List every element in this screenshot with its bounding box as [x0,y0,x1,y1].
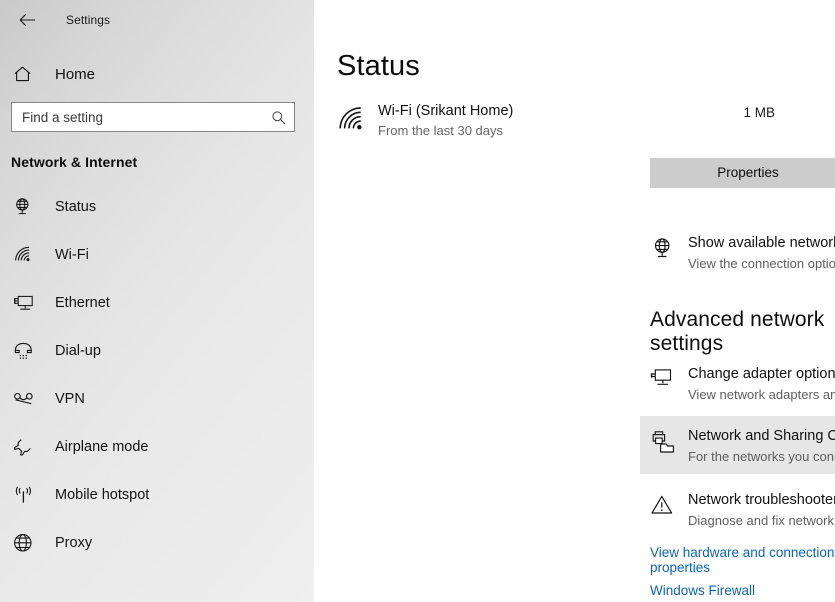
advanced-section-title: Advanced network settings [650,308,825,355]
sidebar-item-wifi[interactable]: Wi-Fi [0,238,314,272]
title-bar: Settings [0,0,314,40]
entry-description: Diagnose and fix network problems. [688,513,835,528]
sidebar-item-label: Status [55,199,97,215]
globe-monitor-icon [650,234,680,261]
home-icon [13,65,37,83]
vpn-icon [13,388,37,410]
data-used-value: 1 MB [743,105,775,120]
entry-description: View the connection options around you. [688,256,835,271]
back-button[interactable] [12,6,42,34]
sidebar-item-status[interactable]: Status [0,190,314,224]
sidebar-item-label: Wi-Fi [55,247,89,263]
sidebar-category-title: Network & Internet [11,154,138,170]
entry-title: Network troubleshooter [688,492,835,508]
entry-description: For the networks you connect to, decide … [688,449,835,464]
settings-window: Settings Home Network & Internet [0,0,835,602]
sidebar-item-airplane-mode[interactable]: Airplane mode [0,430,314,464]
sidebar-item-label: Airplane mode [55,439,149,455]
page-title: Status [337,50,420,82]
network-troubleshooter-entry[interactable]: Network troubleshooter Diagnose and fix … [650,491,835,530]
sidebar-item-dialup[interactable]: Dial-up [0,334,314,368]
sidebar-item-home[interactable]: Home [0,57,314,91]
sidebar-item-proxy[interactable]: Proxy [0,526,314,560]
windows-firewall-link[interactable]: Windows Firewall [650,583,755,598]
globe-icon [13,532,37,554]
sidebar-item-ethernet[interactable]: Ethernet [0,286,314,320]
wifi-icon [13,244,37,266]
network-status-icon [13,196,37,218]
search-box[interactable] [11,102,295,132]
properties-button[interactable]: Properties [650,158,835,188]
entry-title: Network and Sharing Center [688,428,835,444]
dialup-phone-icon [13,340,37,362]
search-input[interactable] [12,103,294,131]
connection-status-block: Wi-Fi (Srikant Home) From the last 30 da… [337,102,775,140]
entry-texts: Change adapter options View network adap… [688,365,835,404]
main-content: Status Wi-Fi (Srikant Home) From the las… [314,0,835,602]
sidebar-item-label: Dial-up [55,343,101,359]
entry-texts: Network troubleshooter Diagnose and fix … [688,491,835,530]
wifi-icon [337,102,371,133]
sidebar-item-mobile-hotspot[interactable]: Mobile hotspot [0,478,314,512]
action-button-row: Properties Data usage [650,158,835,188]
connection-row: Wi-Fi (Srikant Home) From the last 30 da… [337,102,775,140]
connection-period: From the last 30 days [378,123,503,138]
sidebar-item-vpn[interactable]: VPN [0,382,314,416]
printer-folder-sharing-icon [650,427,680,454]
connection-texts: Wi-Fi (Srikant Home) From the last 30 da… [378,102,743,140]
entry-texts: Network and Sharing Center For the netwo… [688,427,835,466]
ethernet-icon [13,292,37,314]
show-available-networks-entry[interactable]: Show available networks View the connect… [650,234,835,273]
sidebar-item-label: Proxy [55,535,93,551]
entry-title: Show available networks [688,235,835,251]
entry-title: Change adapter options [688,366,835,382]
entry-description: View network adapters and change connect… [688,387,835,402]
airplane-icon [13,436,37,458]
sidebar-home-label: Home [55,65,96,83]
change-adapter-options-entry[interactable]: Change adapter options View network adap… [650,365,835,404]
warning-triangle-icon [650,491,680,516]
monitor-adapter-icon [650,365,680,390]
window-title: Settings [66,13,111,27]
sidebar-item-label: Mobile hotspot [55,487,150,503]
sidebar-item-label: VPN [55,391,85,407]
connection-name: Wi-Fi (Srikant Home) [378,103,514,119]
entry-texts: Show available networks View the connect… [688,234,835,273]
search-icon[interactable] [270,109,286,125]
sidebar: Settings Home Network & Internet [0,0,314,602]
sidebar-item-label: Ethernet [55,295,110,311]
network-and-sharing-center-entry[interactable]: Network and Sharing Center For the netwo… [640,416,835,474]
back-arrow-icon [18,13,36,27]
view-hardware-properties-link[interactable]: View hardware and connection properties [650,545,835,575]
hotspot-icon [13,484,37,506]
sidebar-nav-list: Status Wi-Fi Ethernet Dial-up VPN Airpla… [0,190,314,560]
